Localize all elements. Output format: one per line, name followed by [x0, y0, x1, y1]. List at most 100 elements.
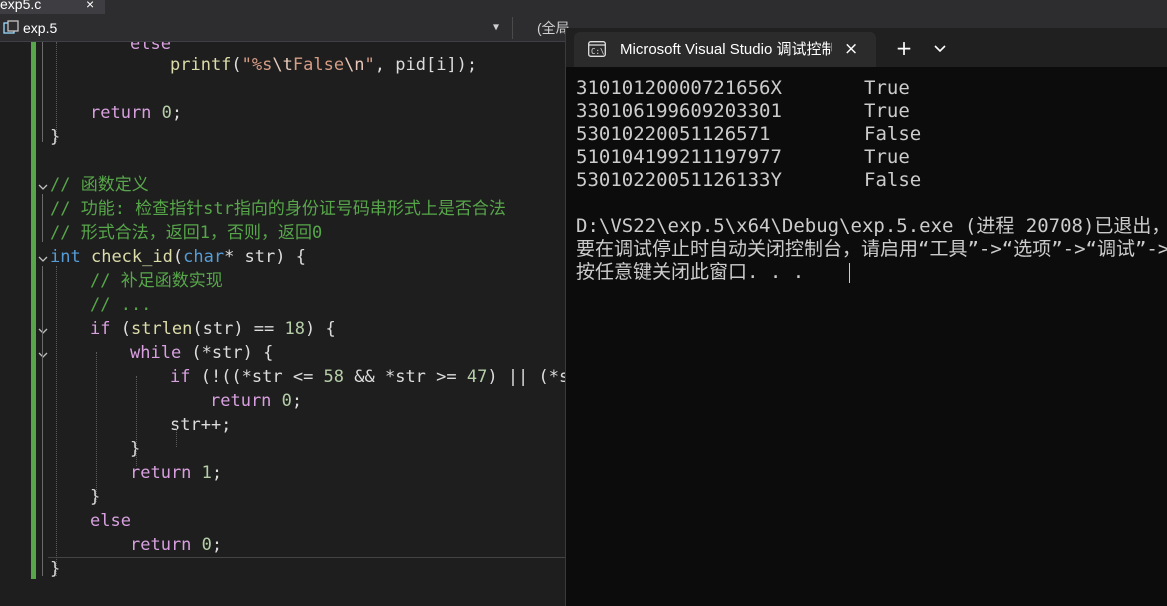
id-value: 53010220051126571 — [576, 123, 771, 145]
code-token: && *str >= — [344, 367, 467, 387]
result-line: 53010220051126571 False — [576, 123, 921, 146]
code-token: False — [292, 55, 345, 75]
code-token: ; — [211, 535, 223, 555]
indent-guide — [176, 422, 177, 447]
project-label: exp.5 — [23, 20, 58, 36]
indent-guide — [136, 376, 137, 466]
debug-console-window[interactable]: C:\ Microsoft Visual Studio 调试控制台 × + 31… — [565, 28, 1167, 606]
code-token: check_id — [90, 247, 173, 267]
console-output[interactable]: 31010120000721656X True 3301061996092033… — [566, 67, 1167, 606]
indent-guide — [96, 352, 97, 502]
result-value: True — [864, 77, 910, 99]
result-line: 330106199609203301 True — [576, 100, 910, 123]
code-line[interactable]: return 0; — [130, 533, 222, 557]
code-line[interactable]: else — [130, 42, 171, 56]
terminal-title: Microsoft Visual Studio 调试控制台 — [620, 41, 832, 58]
code-token: // 补足函数实现 — [90, 271, 223, 291]
code-token: 0 — [201, 535, 212, 555]
press-key-message: 按任意键关闭此窗口. . . — [576, 261, 805, 283]
svg-text:C:\: C:\ — [591, 47, 605, 56]
id-value: 53010220051126133Y — [576, 169, 782, 191]
code-token: " — [364, 55, 375, 75]
code-token: // 函数定义 — [50, 175, 149, 195]
fold-chevron-icon[interactable] — [38, 182, 48, 192]
code-line[interactable]: str++; — [170, 413, 231, 437]
code-token: \t — [272, 55, 293, 75]
code-line[interactable]: int check_id(char* str) { — [50, 245, 306, 269]
fold-chevron-icon[interactable] — [38, 350, 48, 360]
code-token: ) { — [305, 319, 336, 339]
code-token: (*str) { — [181, 343, 274, 363]
code-line[interactable]: return 0; — [210, 389, 302, 413]
code-token: (str) == — [192, 319, 285, 339]
exit-message: D:\VS22\exp.5\x64\Debug\exp.5.exe (进程 20… — [576, 215, 1167, 237]
project-dropdown[interactable]: exp.5 ▼ — [3, 17, 505, 39]
fold-outline — [42, 42, 43, 142]
code-token: else — [90, 511, 131, 531]
terminal-tab[interactable]: C:\ Microsoft Visual Studio 调试控制台 × — [574, 32, 876, 67]
code-token: return — [130, 535, 192, 555]
result-value: True — [864, 146, 910, 168]
code-line[interactable]: // 函数定义 — [50, 173, 149, 197]
code-line[interactable]: // 功能: 检查指针str指向的身份证号码串形式上是否合法 — [50, 197, 506, 221]
result-line: 510104199211197977 True — [576, 146, 910, 169]
code-token: ; — [211, 463, 223, 483]
new-tab-button[interactable]: + — [892, 34, 916, 62]
terminal-titlebar: C:\ Microsoft Visual Studio 调试控制台 × + — [566, 28, 1167, 67]
code-token: ) || (*st — [487, 367, 570, 387]
code-line[interactable]: return 1; — [130, 461, 222, 485]
code-line[interactable]: else — [90, 509, 131, 533]
close-icon[interactable]: × — [844, 32, 858, 67]
result-line: 53010220051126133Y False — [576, 169, 921, 192]
code-token: if — [90, 319, 111, 339]
code-token: 47 — [466, 367, 488, 387]
close-icon[interactable]: × — [86, 0, 94, 14]
code-line[interactable]: // 补足函数实现 — [90, 269, 223, 293]
code-token: 58 — [323, 367, 345, 387]
code-line[interactable]: // 形式合法，返回1，否则，返回0 — [50, 221, 322, 245]
code-token: ; — [171, 103, 183, 123]
code-token: ( — [172, 247, 184, 267]
project-icon — [3, 20, 19, 34]
code-token: printf — [170, 55, 232, 75]
code-token: int — [50, 247, 81, 267]
code-token: // 功能: 检查指针str指向的身份证号码串形式上是否合法 — [50, 199, 506, 219]
code-editor[interactable]: else printf("%s\tFalse\n", pid[i]); return… — [0, 42, 570, 606]
fold-chevron-icon[interactable] — [38, 254, 48, 264]
change-tracking-bar — [31, 42, 36, 579]
code-token: * str) { — [224, 247, 306, 267]
code-token: "%s — [241, 55, 273, 75]
result-line: 31010120000721656X True — [576, 77, 910, 100]
code-token: // 形式合法，返回1，否则，返回0 — [50, 223, 323, 243]
code-token: 18 — [284, 319, 305, 339]
code-token: char — [183, 247, 225, 267]
code-line[interactable]: if (!((*str <= 58 && *str >= 47) || (*st — [170, 365, 570, 389]
result-value: True — [864, 100, 910, 122]
file-tab[interactable]: exp5.c × — [0, 0, 105, 14]
chevron-down-icon — [934, 45, 946, 53]
code-line[interactable]: // ... — [90, 293, 151, 317]
code-token: return — [210, 391, 272, 411]
fold-outline — [42, 194, 43, 242]
hint-message: 要在调试停止时自动关闭控制台，请启用“工具”->“选项”->“调试”->“调试停… — [576, 238, 1167, 260]
code-token: 0 — [161, 103, 172, 123]
fold-chevron-icon[interactable] — [38, 326, 48, 336]
tab-dropdown-button[interactable] — [928, 34, 952, 62]
scope-dropdown[interactable]: (全局 — [512, 17, 573, 39]
file-tab-label: exp5.c — [0, 0, 42, 12]
code-token: 1 — [201, 463, 212, 483]
code-line[interactable]: return 0; — [90, 101, 182, 125]
code-token: (!((*str <= — [190, 367, 324, 387]
code-line[interactable]: while (*str) { — [130, 341, 273, 365]
code-line[interactable]: if (strlen(str) == 18) { — [90, 317, 336, 341]
code-line[interactable]: printf("%s\tFalse\n", pid[i]); — [170, 53, 477, 77]
id-value: 330106199609203301 — [576, 100, 782, 122]
code-token: else — [130, 42, 171, 54]
indent-guide — [56, 42, 57, 142]
indent-guide — [56, 266, 57, 576]
code-token: \n — [344, 55, 365, 75]
